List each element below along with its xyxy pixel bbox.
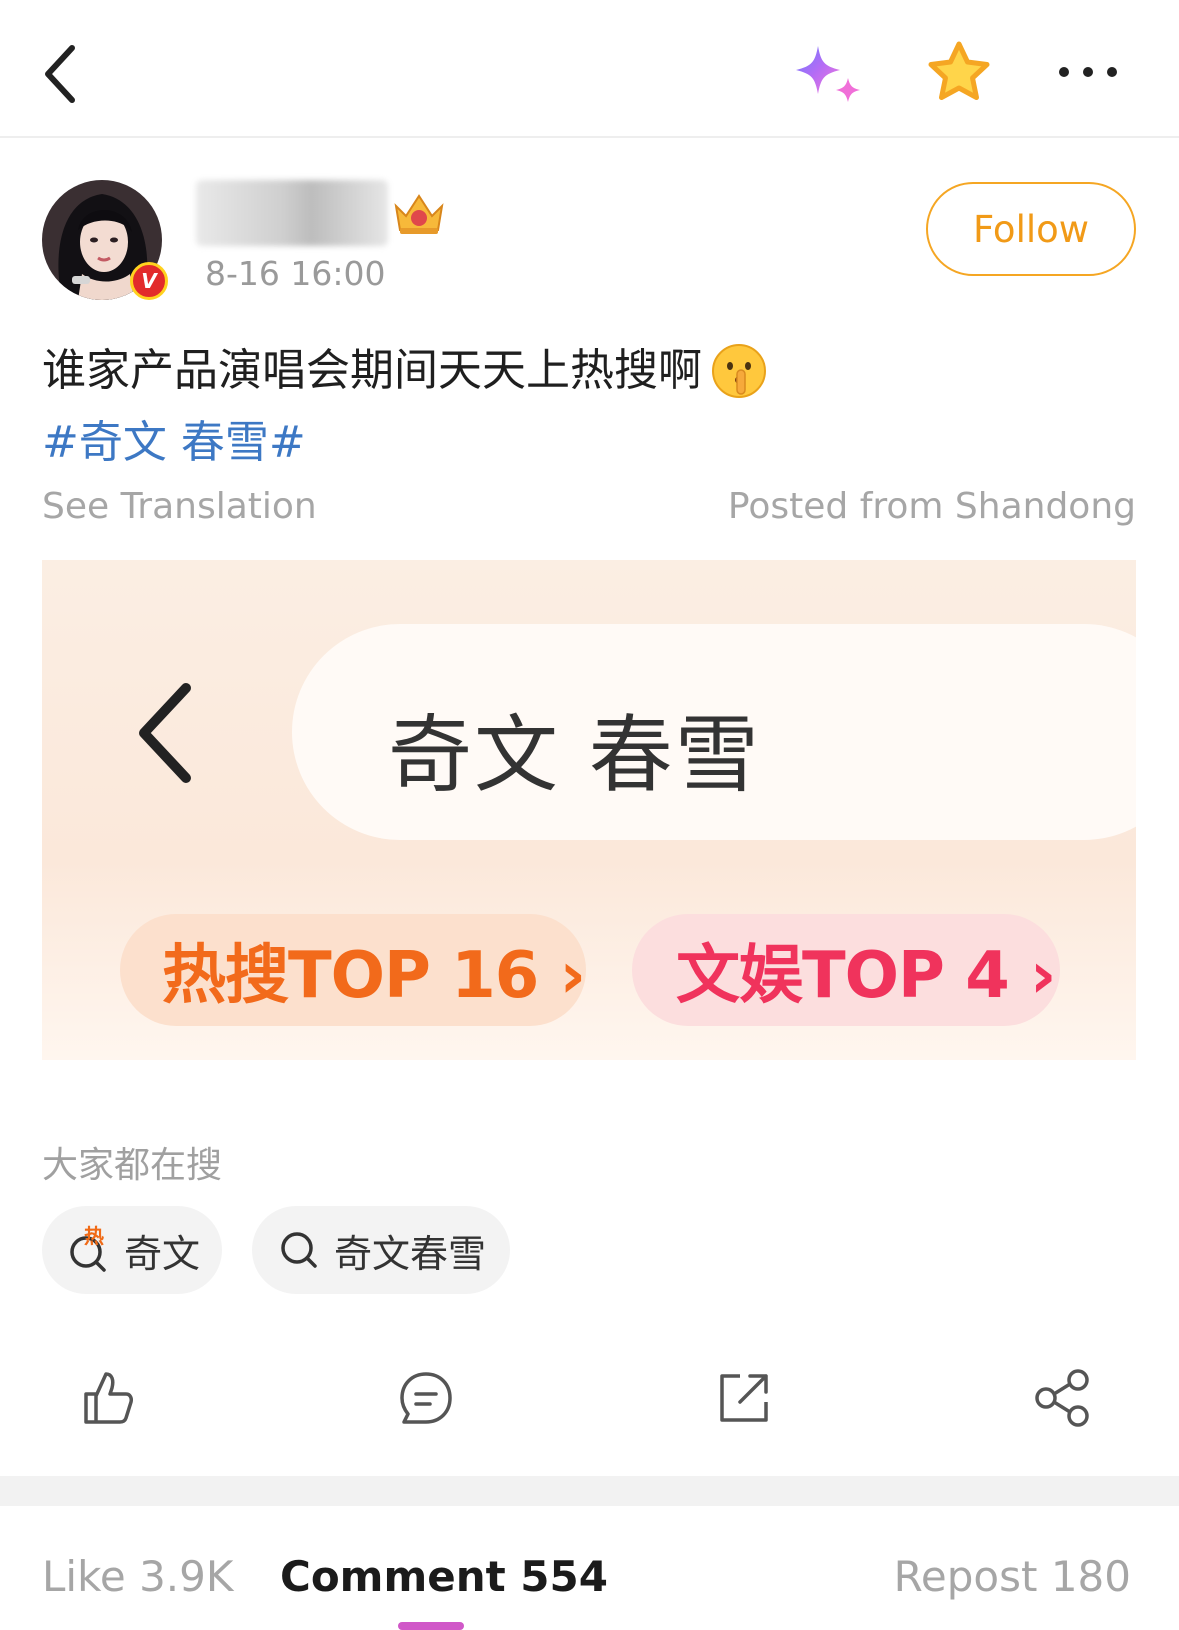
related-search-chip[interactable]: 奇文春雪	[252, 1206, 510, 1294]
post-text-row: 谁家产品演唱会期间天天上热搜啊	[42, 340, 768, 402]
more-icon	[1059, 67, 1117, 77]
like-button[interactable]	[78, 1368, 138, 1428]
share-icon	[1035, 1369, 1089, 1427]
image-hot-search-pill: 热搜TOP 16 ›	[120, 914, 586, 1026]
see-translation-link[interactable]: See Translation	[42, 486, 317, 527]
image-hot-search-label: 热搜TOP 16 ›	[162, 939, 586, 1013]
image-search-text: 奇文 春雪	[388, 706, 761, 804]
post-text: 谁家产品演唱会期间天天上热搜啊	[42, 345, 702, 396]
related-search-chip[interactable]: 热 奇文	[42, 1206, 222, 1294]
username-redacted[interactable]	[196, 180, 388, 246]
tab-comment[interactable]: Comment 554	[280, 1552, 608, 1601]
chip-label: 奇文春雪	[334, 1231, 487, 1276]
post-image[interactable]: 奇文 春雪 热搜TOP 16 › 文娱TOP 4 ›	[42, 560, 1136, 1060]
hot-mark: 热	[84, 1224, 104, 1248]
tab-like[interactable]: Like 3.9K	[42, 1552, 233, 1601]
verified-badge: V	[130, 262, 168, 300]
posted-location: Posted from Shandong	[727, 486, 1136, 527]
image-entertainment-label: 文娱TOP 4 ›	[676, 939, 1056, 1013]
hot-search-icon: 热	[66, 1224, 114, 1274]
like-icon	[84, 1372, 133, 1424]
chip-label: 奇文	[124, 1231, 201, 1276]
chevron-left-icon	[45, 45, 75, 103]
chevron-left-icon	[139, 683, 191, 783]
crown-icon	[394, 194, 444, 234]
image-entertainment-pill: 文娱TOP 4 ›	[632, 914, 1060, 1026]
star-icon	[928, 41, 990, 100]
repost-button[interactable]	[714, 1368, 774, 1428]
repost-icon	[720, 1374, 768, 1422]
more-options-button[interactable]	[1054, 52, 1124, 92]
favorite-button[interactable]	[924, 38, 994, 108]
shushing-face-emoji-icon	[712, 344, 766, 398]
search-icon	[281, 1232, 317, 1268]
comment-icon	[400, 1372, 452, 1424]
hashtag-link[interactable]: #奇文 春雪#	[42, 412, 306, 474]
follow-button[interactable]: Follow	[926, 182, 1136, 276]
section-divider	[0, 1476, 1179, 1506]
tab-repost[interactable]: Repost 180	[894, 1552, 1131, 1601]
post-time: 8-16 16:00	[205, 254, 386, 293]
related-searches-title: 大家都在搜	[42, 1145, 223, 1186]
active-tab-indicator	[398, 1622, 464, 1630]
share-button[interactable]	[1032, 1368, 1092, 1428]
ai-assistant-button[interactable]	[790, 40, 870, 108]
back-button[interactable]	[36, 40, 96, 108]
sparkle-icon	[796, 46, 860, 102]
top-bar	[0, 0, 1179, 138]
comment-button[interactable]	[396, 1368, 456, 1428]
